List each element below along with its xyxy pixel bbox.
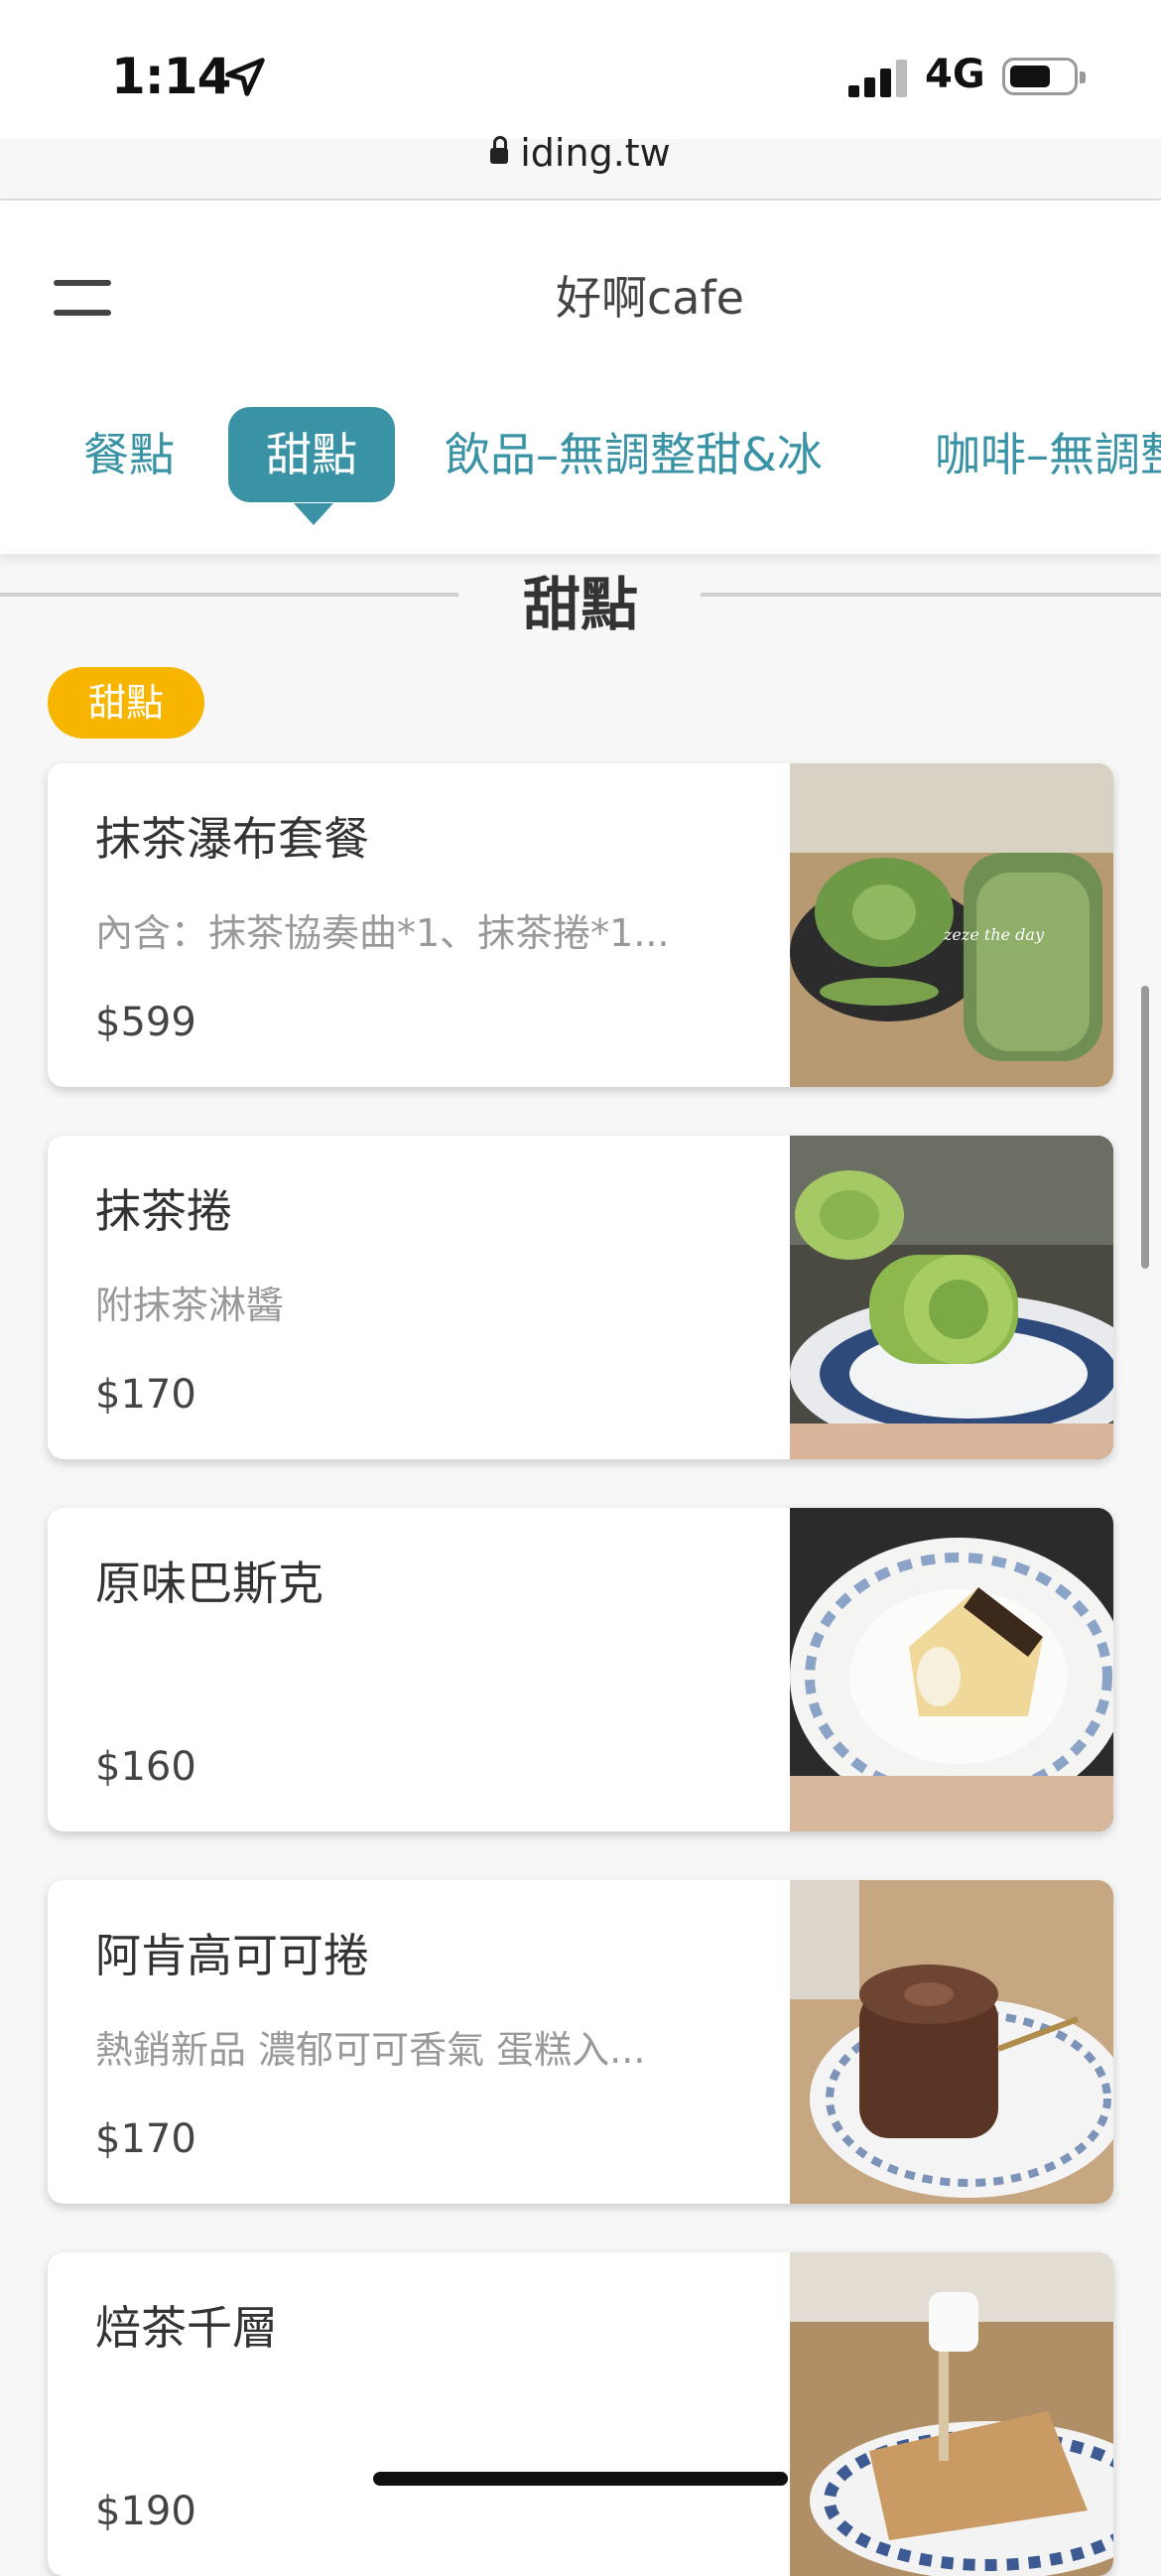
item-name: 抹茶捲 (95, 1184, 232, 1238)
location-arrow-icon (225, 58, 265, 96)
menu-item-card[interactable]: 阿肯高可可捲 熱銷新品 濃郁可可香氣 蛋糕入... $170 (48, 1880, 1113, 2204)
shop-title: 好啊cafe (556, 271, 744, 325)
item-name: 阿肯高可可捲 (95, 1929, 369, 1982)
tab-drinks[interactable]: 飲品–無調整甜&冰 (407, 407, 860, 502)
item-photo (790, 2252, 1113, 2576)
menu-item-card[interactable]: 焙茶千層 $190 (48, 2252, 1113, 2576)
lock-icon (490, 136, 509, 164)
active-tab-pointer (294, 503, 333, 525)
item-price: $170 (95, 1372, 196, 1418)
home-indicator[interactable] (373, 2472, 788, 2486)
section-title: 甜點 (522, 571, 638, 638)
category-tabs: 餐點 甜點 飲品–無調整甜&冰 咖啡–無調整 (0, 399, 1161, 518)
status-bar: 1:14 4G (0, 0, 1161, 139)
tab-desserts[interactable]: 甜點 (228, 407, 395, 502)
item-price: $599 (95, 1000, 196, 1045)
item-photo (790, 1880, 1113, 2204)
item-photo (790, 1136, 1113, 1459)
address-bar[interactable]: iding.tw (0, 131, 1161, 175)
app-header: 好啊cafe 餐點 甜點 飲品–無調整甜&冰 咖啡–無調整 (0, 201, 1161, 554)
item-price: $160 (95, 1744, 196, 1790)
tab-meals[interactable]: 餐點 (46, 407, 212, 502)
category-badge: 甜點 (48, 667, 204, 739)
item-photo: zeze the day (790, 763, 1113, 1087)
item-description: 內含：抹茶協奏曲*1、抹茶捲*1... (95, 911, 670, 955)
status-time: 1:14 (111, 48, 231, 105)
svg-text:zeze the day: zeze the day (943, 925, 1045, 944)
url-text: iding.tw (520, 131, 671, 175)
battery-icon (1002, 58, 1086, 95)
tab-coffee[interactable]: 咖啡–無調整 (897, 407, 1161, 502)
item-name: 焙茶千層 (95, 2301, 278, 2355)
item-price: $170 (95, 2116, 196, 2162)
item-description: 熱銷新品 濃郁可可香氣 蛋糕入... (95, 2028, 646, 2072)
network-type: 4G (925, 52, 985, 97)
menu-item-card[interactable]: 抹茶捲 附抹茶淋醬 $170 (48, 1136, 1113, 1459)
item-price: $190 (95, 2489, 196, 2534)
item-photo (790, 1508, 1113, 1831)
item-description: 附抹茶淋醬 (95, 1284, 285, 1327)
item-name: 抹茶瀑布套餐 (95, 812, 369, 866)
menu-item-card[interactable]: 抹茶瀑布套餐 內含：抹茶協奏曲*1、抹茶捲*1... $599 zeze the… (48, 763, 1113, 1087)
item-name: 原味巴斯克 (95, 1557, 323, 1610)
cellular-signal-icon (848, 58, 910, 97)
menu-item-card[interactable]: 原味巴斯克 $160 (48, 1508, 1113, 1831)
scroll-indicator[interactable] (1141, 986, 1149, 1269)
